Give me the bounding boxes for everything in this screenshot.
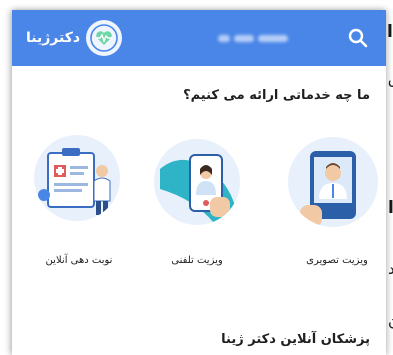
phone-visit-illustration	[154, 139, 240, 225]
video-visit-illustration	[288, 137, 378, 227]
services-panel: دکترژینا ما چه خدماتی ارائه می کنیم؟ ویز…	[12, 10, 386, 355]
app-logo[interactable]: دکترژینا	[26, 20, 123, 56]
service-label: ویزیت تصویری	[306, 255, 368, 266]
search-button[interactable]	[344, 24, 372, 52]
services-list: ویزیت تصویری ویزیت تلفنی نوبت دهی آنلاین	[12, 135, 386, 275]
bg-text-fragment: ا	[387, 22, 393, 42]
bg-text-fragment: ق	[388, 70, 393, 88]
blurred-username	[218, 34, 289, 42]
service-label: نوبت دهی آنلاین	[45, 255, 113, 266]
app-header: دکترژینا	[12, 10, 386, 66]
online-appointment-illustration	[34, 135, 120, 221]
service-label: ویزیت تلفنی	[171, 255, 223, 266]
service-phone-visit[interactable]: ویزیت تلفنی	[152, 135, 252, 275]
service-video-visit[interactable]: ویزیت تصویری	[278, 135, 378, 275]
services-title: ما چه خدماتی ارائه می کنیم؟	[183, 88, 370, 103]
heart-pulse-icon	[86, 20, 123, 56]
service-online-appointment[interactable]: نوبت دهی آنلاین	[26, 135, 126, 275]
bg-text-fragment: ن	[388, 312, 393, 330]
logo-text: دکترژینا	[26, 30, 81, 46]
bg-text-fragment: ا	[388, 198, 393, 218]
search-icon	[348, 28, 368, 48]
bg-text-fragment: د	[388, 260, 393, 278]
doctors-title: پزشکان آنلاین دکتر ژینا	[221, 332, 370, 347]
